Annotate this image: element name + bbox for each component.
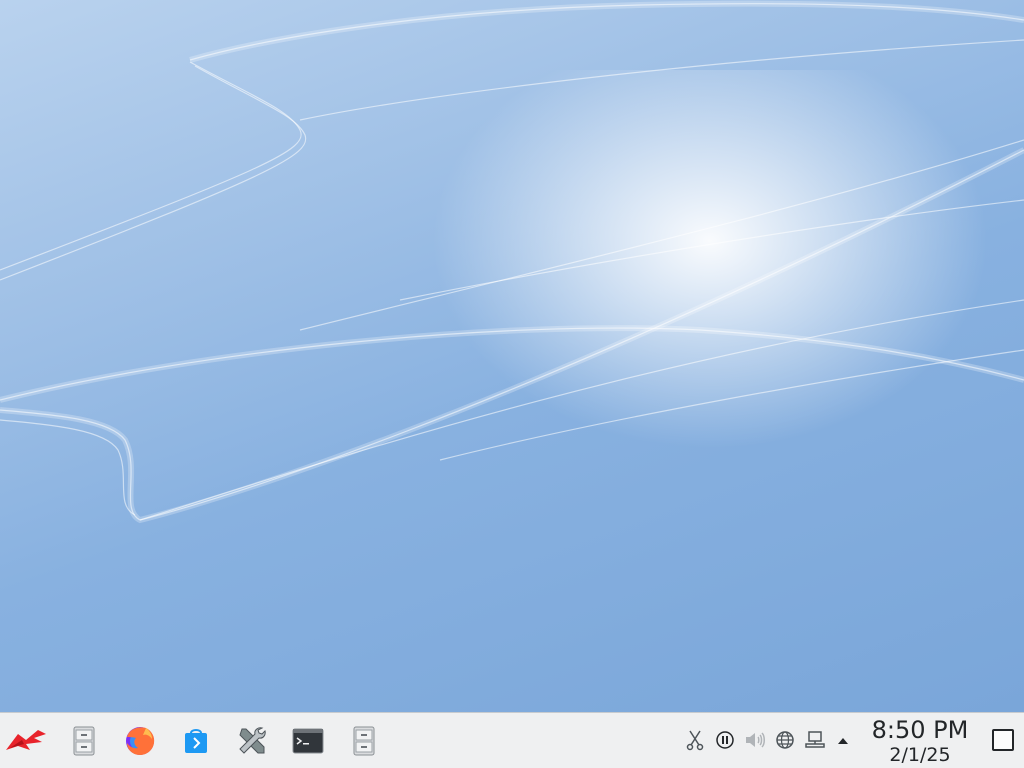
tools-icon <box>236 725 268 757</box>
store-bag-icon <box>183 727 209 755</box>
wallpaper-waves <box>0 0 1024 524</box>
firefox-icon <box>124 725 156 757</box>
file-cabinet-icon <box>352 726 376 756</box>
chevron-up-icon <box>836 733 850 752</box>
file-cabinet-icon <box>72 726 96 756</box>
desktop-wallpaper <box>0 0 1024 712</box>
application-launcher-button[interactable] <box>6 721 46 761</box>
speaker-icon <box>744 730 766 754</box>
taskbar: 8:50 PM 2/1/25 <box>0 712 1024 768</box>
software-center-button[interactable] <box>176 721 216 761</box>
firefox-button[interactable] <box>120 721 160 761</box>
globe-icon <box>775 730 795 754</box>
clock-time: 8:50 PM <box>871 716 969 744</box>
media-player-tray-button[interactable] <box>714 731 736 753</box>
show-hidden-tray-button[interactable] <box>832 731 854 753</box>
updates-tray-button[interactable] <box>774 731 796 753</box>
file-manager-window-button[interactable] <box>344 721 384 761</box>
terminal-icon <box>292 727 324 755</box>
network-tray-button[interactable] <box>804 731 826 753</box>
network-wired-icon <box>804 730 826 754</box>
terminal-button[interactable] <box>288 721 328 761</box>
system-settings-button[interactable] <box>232 721 272 761</box>
volume-tray-button[interactable] <box>744 731 766 753</box>
file-manager-button[interactable] <box>64 721 104 761</box>
clock-date: 2/1/25 <box>889 744 951 766</box>
clipboard-tray-button[interactable] <box>684 729 706 755</box>
scissors-icon <box>685 729 705 755</box>
show-desktop-button[interactable] <box>992 729 1014 751</box>
pause-icon <box>715 730 735 754</box>
kde-launcher-icon <box>4 728 48 754</box>
digital-clock[interactable]: 8:50 PM 2/1/25 <box>864 716 976 766</box>
